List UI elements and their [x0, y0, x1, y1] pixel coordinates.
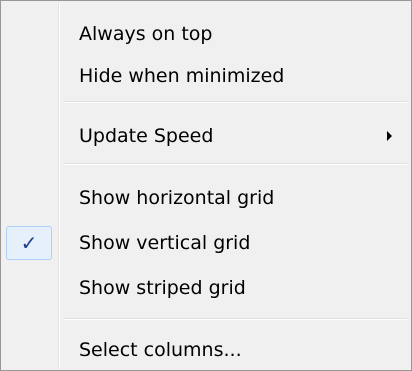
menu-separator	[63, 163, 407, 165]
menu-item-label: Show vertical grid	[79, 232, 251, 254]
menu-separator	[63, 318, 407, 320]
menu-item-always-on-top[interactable]: Always on top	[3, 13, 409, 55]
menu-item-show-striped-grid[interactable]: Show striped grid	[3, 267, 409, 309]
menu-item-label: Update Speed	[79, 125, 214, 147]
chevron-right-icon	[387, 131, 392, 141]
menu-item-select-columns[interactable]: Select columns...	[3, 329, 409, 371]
menu-item-label: Show horizontal grid	[79, 187, 275, 209]
menu-item-label: Select columns...	[79, 339, 242, 361]
context-menu: Always on top Hide when minimized Update…	[0, 0, 412, 371]
menu-item-label: Show striped grid	[79, 277, 246, 299]
check-highlight: ✓	[6, 226, 52, 260]
menu-item-label: Hide when minimized	[79, 65, 285, 87]
menu-item-label: Always on top	[79, 23, 213, 45]
menu-item-show-vertical-grid[interactable]: ✓ Show vertical grid	[3, 222, 409, 264]
menu-separator	[63, 101, 407, 103]
menu-item-update-speed[interactable]: Update Speed	[3, 115, 409, 157]
menu-item-hide-when-minimized[interactable]: Hide when minimized	[3, 55, 409, 97]
menu-item-show-horizontal-grid[interactable]: Show horizontal grid	[3, 177, 409, 219]
checkmark-icon: ✓	[20, 231, 38, 255]
